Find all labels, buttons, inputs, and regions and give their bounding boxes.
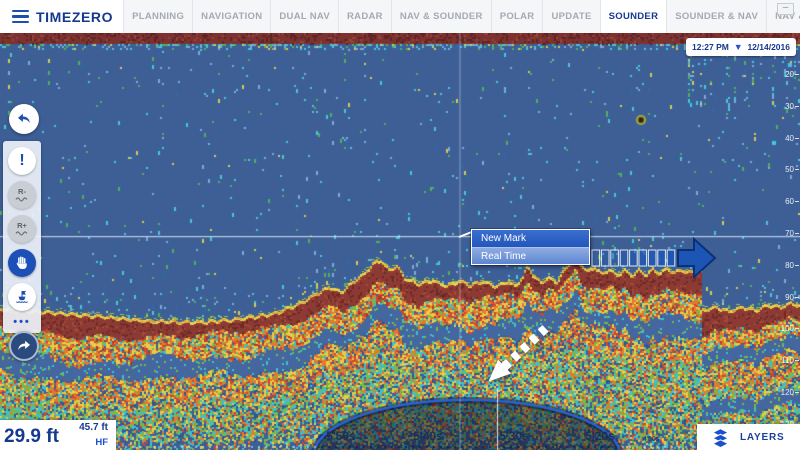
workspace-tab[interactable]: POLAR [491,0,543,33]
forward-arrow-icon [15,337,33,355]
resume-scroll-button[interactable] [9,331,39,361]
mark-button[interactable] [8,283,36,311]
more-options-button[interactable]: ••• [13,317,31,328]
layers-icon [711,428,730,447]
minimize-button[interactable]: – [777,3,794,15]
top-menu-bar: TIMEZERO PLANNINGNAVIGATIONDUAL NAVRADAR… [0,0,800,33]
context-menu-item[interactable]: New Mark [472,230,589,247]
undo-arrow-icon [15,110,33,128]
layers-label: LAYERS [740,432,784,443]
workspace-tab[interactable]: UPDATE [542,0,599,33]
hamburger-menu-icon[interactable] [12,10,29,24]
workspace-tab[interactable]: RADAR [338,0,391,33]
exclamation-icon: ! [19,152,24,170]
wave-icon [15,230,29,236]
buoy-flag-icon [14,289,30,305]
frequency-label: HF [95,437,108,448]
time-label: 12:27 PM [692,42,729,52]
range-plus-button[interactable]: R+ [8,215,36,243]
event-button[interactable]: ! [8,147,36,175]
undo-button[interactable] [9,104,39,134]
context-menu: New MarkReal Time [471,229,590,265]
workspace-tabs: PLANNINGNAVIGATIONDUAL NAVRADARNAV & SOU… [123,0,800,33]
hand-icon [14,255,30,271]
workspace-tab[interactable]: SOUNDER [600,0,667,33]
sounder-tool-panel: ! R- R+ ••• [3,141,41,333]
chevron-down-icon[interactable]: ▼ [734,43,743,52]
layers-button[interactable]: LAYERS [697,424,800,450]
app-logo-text: TIMEZERO [36,9,113,25]
primary-depth-value: 29.9 ft [4,426,59,448]
workspace-tab[interactable]: DUAL NAV [270,0,338,33]
app-logo: TIMEZERO [0,0,123,33]
range-minus-button[interactable]: R- [8,181,36,209]
workspace-tab[interactable]: SOUNDER & NAV [666,0,766,33]
app-window: 2030405060708090100110120130 4'50s 5'50s… [0,0,800,450]
depth-readout-panel: 29.9 ft 45.7 ft HF [0,420,116,450]
workspace-tab[interactable]: NAVIGATION [192,0,270,33]
date-label: 12/14/2016 [747,42,790,52]
context-menu-item[interactable]: Real Time [472,247,589,264]
secondary-depth-value: 45.7 ft [79,422,108,433]
clock-box: 12:27 PM ▼ 12/14/2016 [686,38,796,56]
wave-icon [15,196,29,202]
sounder-echogram[interactable] [0,33,800,450]
pan-mode-button[interactable] [8,249,36,277]
workspace-tab[interactable]: NAV & SOUNDER [391,0,491,33]
workspace-tab[interactable]: PLANNING [123,0,192,33]
